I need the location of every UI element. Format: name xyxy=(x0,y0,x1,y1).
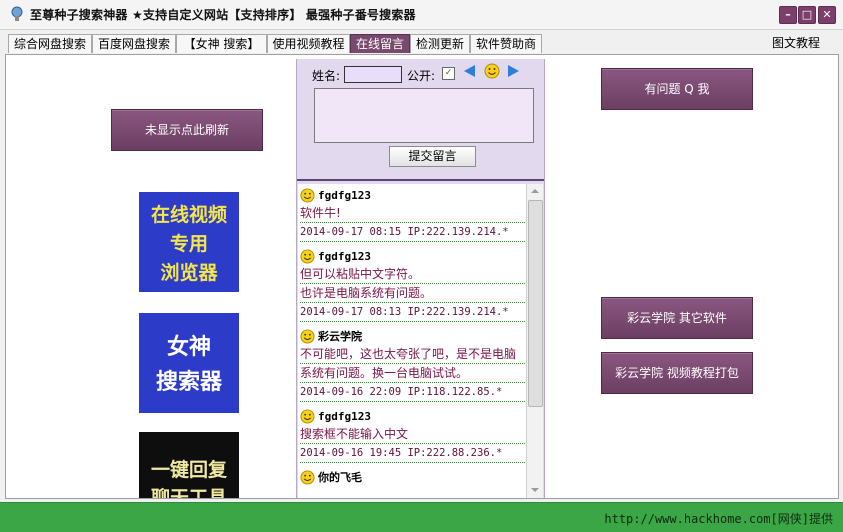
message-entry: fgdfg123 软件牛! 2014-09-17 08:15 IP:222.13… xyxy=(300,186,525,242)
message-text: 系统有问题。换一台电脑试试。 xyxy=(300,364,525,383)
promo-reply-chat-tool[interactable]: 一键回复 聊天工具 xyxy=(139,432,239,498)
tab-general-disk-search[interactable]: 综合网盘搜索 xyxy=(8,34,92,53)
message-text: 但可以粘贴中文字符。 xyxy=(300,265,525,284)
smiley-icon xyxy=(300,328,315,344)
smiley-icon xyxy=(300,469,315,485)
message-list: fgdfg123 软件牛! 2014-09-17 08:15 IP:222.13… xyxy=(300,186,525,491)
promo-line: 一键回复 xyxy=(151,458,228,481)
smiley-icon[interactable] xyxy=(484,63,500,79)
tab-check-update[interactable]: 检测更新 xyxy=(410,34,470,53)
promo-line: 搜索器 xyxy=(156,370,223,395)
promo-line: 聊天工具 xyxy=(151,486,227,498)
message-textarea[interactable] xyxy=(314,88,534,143)
prev-arrow-icon[interactable] xyxy=(464,65,475,77)
submit-message-button[interactable]: 提交留言 xyxy=(389,146,476,167)
title-bar: 至尊种子搜索神器 ★支持自定义网站【支持排序】 最强种子番号搜索器 – □ ✕ xyxy=(0,0,843,30)
message-author: fgdfg123 xyxy=(318,409,371,423)
public-label: 公开: xyxy=(407,69,436,83)
status-bar: http://www.hackhome.com[网侠]提供 xyxy=(0,502,843,532)
public-checkbox[interactable]: ✓ xyxy=(442,67,455,80)
scroll-thumb[interactable] xyxy=(528,200,543,407)
qq-contact-button[interactable]: 有问题 Q 我 xyxy=(601,68,753,110)
message-entry: fgdfg123 但可以粘贴中文字符。 也许是电脑系统有问题。 2014-09-… xyxy=(300,247,525,322)
message-meta: 2014-09-16 19:45 IP:222.88.236.* xyxy=(300,444,525,463)
message-entry: 彩云学院 不可能吧，这也太夸张了吧，是不是电脑 系统有问题。换一台电脑试试。 2… xyxy=(300,327,525,402)
guestbook-panel: 姓名: 公开: ✓ 提交留言 fgdfg123 软件牛! 2014-09-17 … xyxy=(296,59,545,498)
tab-bar: 综合网盘搜索 百度网盘搜索 【女神 搜索】 使用视频教程 在线留言 检测更新 软… xyxy=(0,30,843,54)
graphic-tutorial-link[interactable]: 图文教程 xyxy=(772,35,820,51)
message-meta: 2014-09-17 08:13 IP:222.139.214.* xyxy=(300,303,525,322)
maximize-button[interactable]: □ xyxy=(798,6,816,24)
message-meta: 2014-09-16 22:09 IP:118.122.85.* xyxy=(300,383,525,402)
message-author: 你的飞毛 xyxy=(318,471,362,484)
message-text: 也许是电脑系统有问题。 xyxy=(300,284,525,303)
promo-line: 浏览器 xyxy=(160,261,218,284)
promo-goddess-searcher[interactable]: 女神 搜索器 xyxy=(139,313,239,413)
message-author: 彩云学院 xyxy=(318,330,362,343)
panel-divider xyxy=(297,179,544,181)
promo-line: 在线视频 xyxy=(151,203,227,226)
message-text: 软件牛! xyxy=(300,204,525,223)
smiley-icon xyxy=(300,187,315,203)
content-area: 未显示点此刷新 在线视频 专用 浏览器 女神 搜索器 一键回复 聊天工具 姓名:… xyxy=(5,54,839,499)
name-input[interactable] xyxy=(344,66,402,83)
smiley-icon xyxy=(300,408,315,424)
message-author: fgdfg123 xyxy=(318,188,371,202)
other-software-button[interactable]: 彩云学院 其它软件 xyxy=(601,297,753,339)
tab-baidu-disk-search[interactable]: 百度网盘搜索 xyxy=(92,34,176,53)
message-text: 不可能吧，这也太夸张了吧，是不是电脑 xyxy=(300,345,525,364)
promo-line: 专用 xyxy=(170,232,208,255)
video-tutorial-pack-button[interactable]: 彩云学院 视频教程打包 xyxy=(601,352,753,394)
tab-video-tutorial[interactable]: 使用视频教程 xyxy=(267,34,350,53)
scroll-down-icon[interactable] xyxy=(531,488,539,492)
status-credit: http://www.hackhome.com[网侠]提供 xyxy=(604,512,833,526)
window-title: 至尊种子搜索神器 ★支持自定义网站【支持排序】 最强种子番号搜索器 xyxy=(30,8,416,22)
smiley-icon xyxy=(300,248,315,264)
tab-online-message[interactable]: 在线留言 xyxy=(350,34,410,53)
message-meta: 2014-09-17 08:15 IP:222.139.214.* xyxy=(300,223,525,242)
feed-scrollbar[interactable] xyxy=(526,184,543,498)
refresh-button[interactable]: 未显示点此刷新 xyxy=(111,109,263,151)
close-button[interactable]: ✕ xyxy=(818,6,836,24)
message-author: fgdfg123 xyxy=(318,249,371,263)
promo-line: 女神 xyxy=(167,334,211,360)
tab-sponsors[interactable]: 软件赞助商 xyxy=(470,34,542,53)
scroll-up-icon[interactable] xyxy=(531,189,539,193)
app-icon xyxy=(11,6,23,21)
promo-online-video-browser[interactable]: 在线视频 专用 浏览器 xyxy=(139,192,239,292)
name-label: 姓名: xyxy=(312,69,341,83)
minimize-button[interactable]: – xyxy=(779,6,797,24)
message-entry: 你的飞毛 xyxy=(300,468,525,486)
next-arrow-icon[interactable] xyxy=(508,65,519,77)
message-entry: fgdfg123 搜索框不能输入中文 2014-09-16 19:45 IP:2… xyxy=(300,407,525,463)
tab-goddess-search[interactable]: 【女神 搜索】 xyxy=(176,34,267,53)
message-text: 搜索框不能输入中文 xyxy=(300,425,525,444)
message-feed: fgdfg123 软件牛! 2014-09-17 08:15 IP:222.13… xyxy=(298,184,543,498)
